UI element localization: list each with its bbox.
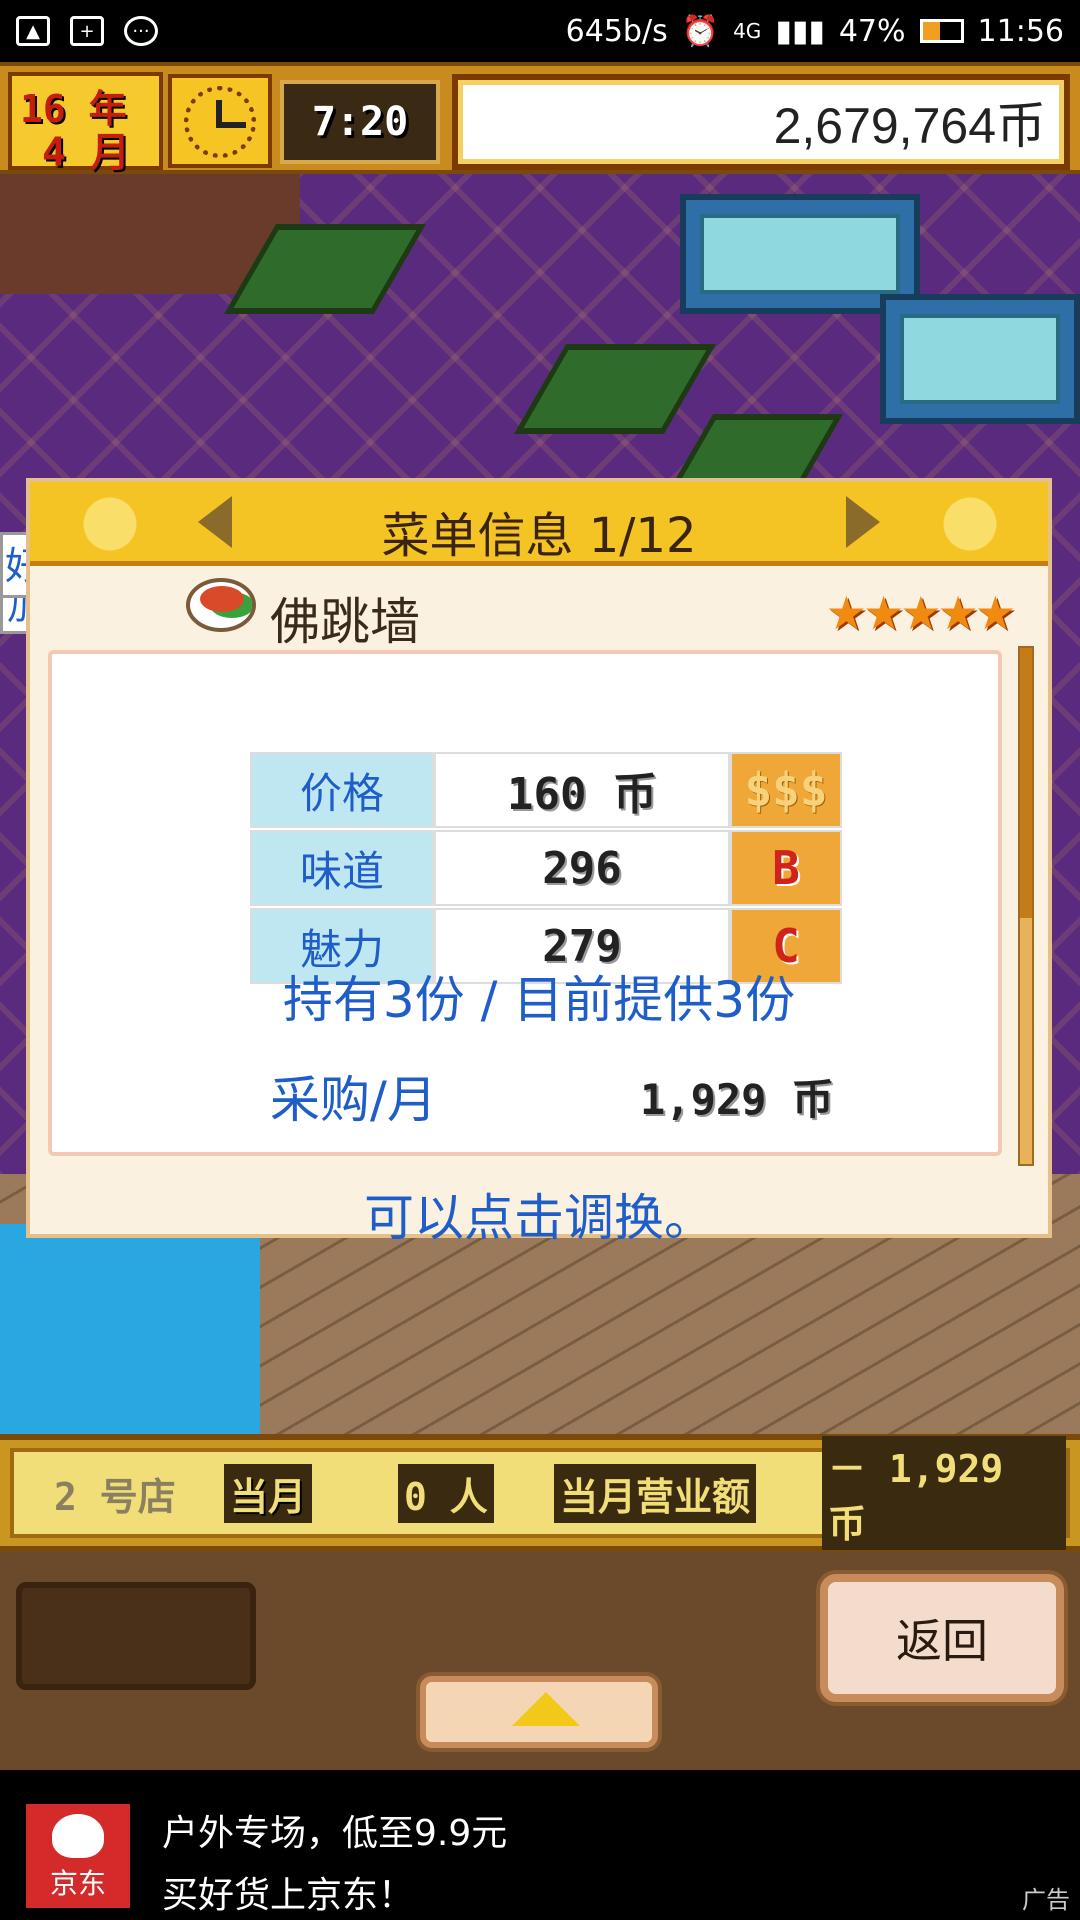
month-label: 当月 xyxy=(224,1463,313,1523)
menu-info-dialog[interactable]: 菜单信息 1/12 佛跳墙 ★★★★★ 价格 160 币 $$$ 味道 296 … xyxy=(26,478,1052,1247)
stat-label: 价格 xyxy=(250,752,434,828)
ad-tag: 广告 xyxy=(1022,1886,1070,1914)
alarm-icon: ⏰ xyxy=(681,13,720,49)
game-top-bar: 16 年 4 月 7:20 2,679,764币 xyxy=(0,62,1080,176)
ad-subline[interactable]: 买好货上京东！ xyxy=(162,1866,414,1918)
clock-icon xyxy=(168,74,272,168)
more-icon: ··· xyxy=(124,16,158,46)
jd-logo[interactable]: 京东 xyxy=(26,1804,130,1908)
scrollbar[interactable] xyxy=(1018,646,1034,1166)
dish-icon xyxy=(186,578,256,632)
signal-icon: ▮▮▮ xyxy=(775,13,825,49)
star-rating: ★★★★★ xyxy=(825,586,1016,640)
arrow-right-icon[interactable] xyxy=(846,496,880,548)
back-button[interactable]: 返回 xyxy=(820,1574,1064,1702)
game-time: 7:20 xyxy=(280,80,440,164)
date-display: 16 年 4 月 xyxy=(8,72,163,176)
ad-banner[interactable]: 京东 户外专场，低至9.9元 买好货上京东！ 广告 xyxy=(0,1770,1080,1920)
sofa-table xyxy=(880,294,1080,424)
ad-logo-text: 京东 xyxy=(49,1867,106,1900)
store-number: 2 号店 xyxy=(54,1474,176,1519)
purchase-label: 采购/月 xyxy=(270,1071,437,1129)
network-type: 4G xyxy=(733,19,762,43)
purchase-value: 1,929 币 xyxy=(640,1075,834,1124)
stat-value: 160 币 xyxy=(434,752,730,828)
water xyxy=(0,1224,260,1434)
sales-label: 当月营业额 xyxy=(554,1463,757,1523)
holding-info: 持有3份 / 目前提供3份 xyxy=(282,971,796,1029)
battery-icon xyxy=(919,19,964,43)
stat-row-price: 价格 160 币 $$$ xyxy=(250,752,842,828)
arrow-up-icon xyxy=(512,1692,580,1726)
network-speed: 645b/s xyxy=(565,13,668,49)
stat-grade: B xyxy=(730,830,842,906)
empty-slot xyxy=(16,1582,256,1690)
add-icon: + xyxy=(70,16,104,46)
dialog-header: 菜单信息 1/12 xyxy=(30,482,1048,566)
stats-table: 价格 160 币 $$$ 味道 296 B 魅力 279 C xyxy=(250,752,842,986)
image-icon: ▲ xyxy=(16,16,50,46)
store-info-bar: 2 号店 当月 0 人 当月营业额 － 1,929 币 xyxy=(0,1434,1080,1552)
stat-row-taste: 味道 296 B xyxy=(250,830,842,906)
stat-value: 296 xyxy=(434,830,730,906)
battery-percent: 47% xyxy=(838,13,906,49)
expand-button[interactable] xyxy=(420,1676,658,1748)
swap-hint[interactable]: 可以点击调换。 xyxy=(30,1178,1048,1250)
stat-grade: $$$ xyxy=(730,752,842,828)
customer-count: 0 人 xyxy=(398,1463,494,1523)
month-label: 4 月 xyxy=(42,130,131,176)
ad-headline[interactable]: 户外专场，低至9.9元 xyxy=(162,1804,507,1856)
money-display: 2,679,764币 xyxy=(452,74,1070,170)
stat-label: 味道 xyxy=(250,830,434,906)
status-bar: ▲ + ··· 645b/s ⏰ 4G ▮▮▮ 47% 11:56 xyxy=(0,0,1080,62)
status-time: 11:56 xyxy=(977,13,1064,49)
dialog-title: 菜单信息 1/12 xyxy=(381,508,697,564)
scroll-thumb[interactable] xyxy=(1020,648,1032,918)
sales-value: － 1,929 币 xyxy=(822,1436,1066,1550)
bottom-controls: 返回 xyxy=(0,1552,1080,1770)
dish-name: 佛跳墙 xyxy=(270,593,420,651)
game-table xyxy=(514,344,716,434)
